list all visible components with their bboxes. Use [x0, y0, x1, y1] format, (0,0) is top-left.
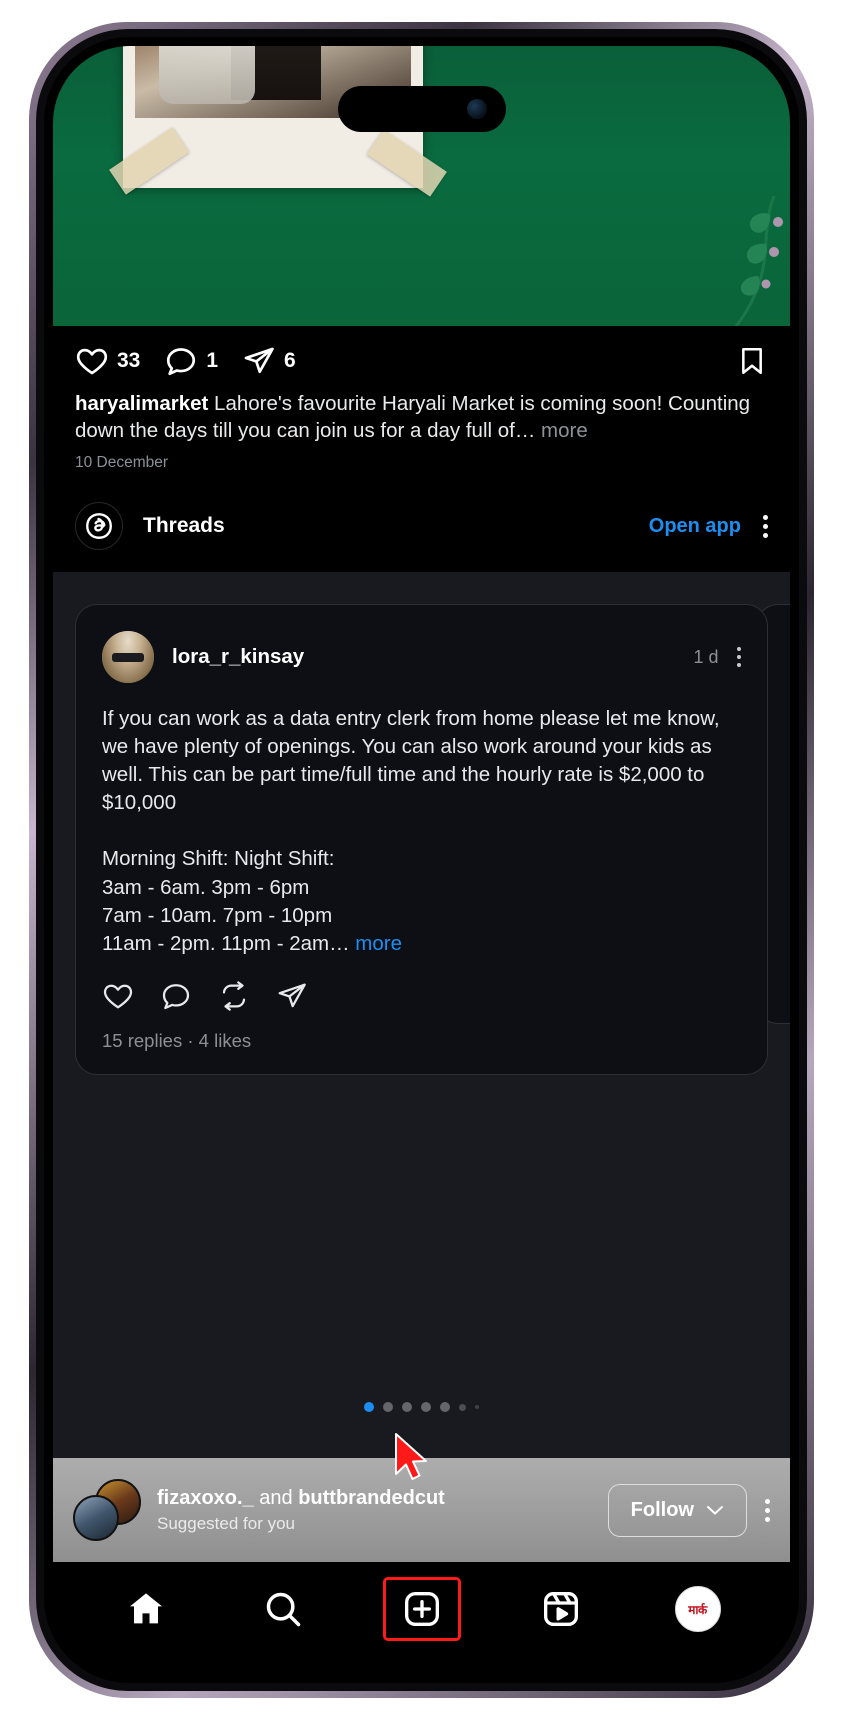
instagram-app: 33 1 6 haryalimarket Lahore's favourite … [53, 46, 790, 1674]
nav-create-button[interactable] [382, 1577, 461, 1641]
share-icon [244, 347, 274, 374]
more-options-icon[interactable] [763, 514, 768, 538]
nav-search-button[interactable] [246, 1577, 320, 1641]
thread-replies-count[interactable]: 15 replies [102, 1030, 182, 1051]
screenshot-root: 33 1 6 haryalimarket Lahore's favourite … [0, 0, 843, 1720]
heart-icon [76, 348, 108, 375]
post-action-row: 33 1 6 [53, 326, 790, 384]
avatar[interactable] [73, 1495, 119, 1541]
nav-home-button[interactable] [109, 1577, 183, 1641]
nav-reels-button[interactable] [524, 1577, 598, 1641]
comment-icon[interactable] [160, 980, 192, 1012]
suggested-names: fizaxoxo._ and buttbrandedcut [157, 1487, 445, 1510]
search-icon [266, 1592, 300, 1627]
nav-profile-button[interactable]: मार्क [661, 1577, 735, 1641]
threads-logo-icon [75, 502, 123, 551]
carousel-dot-2[interactable] [383, 1402, 393, 1412]
container-shape [159, 46, 255, 104]
mouse-cursor [395, 1433, 427, 1480]
share-action[interactable]: 6 [242, 344, 296, 378]
suggested-subtitle: Suggested for you [157, 1513, 295, 1533]
threads-promo-bar: Threads Open app [53, 472, 790, 572]
caption-more-link[interactable]: more [535, 419, 588, 442]
front-camera-icon [466, 99, 487, 119]
thread-card-header: lora_r_kinsay 1 d [102, 631, 741, 684]
thread-action-row [102, 980, 741, 1012]
share-icon[interactable] [276, 980, 308, 1012]
bottom-navigation-bar: मार्क [53, 1562, 790, 1674]
repost-icon[interactable] [218, 980, 250, 1012]
thread-more-link[interactable]: more [350, 932, 402, 955]
bookmark-icon[interactable] [736, 344, 768, 378]
open-app-link[interactable]: Open app [649, 515, 741, 538]
like-count: 33 [117, 349, 141, 372]
threads-app-name: Threads [143, 514, 225, 538]
post-caption: haryalimarket Lahore's favourite Haryali… [53, 384, 790, 444]
like-action[interactable]: 33 [75, 344, 140, 378]
comment-action[interactable]: 1 [164, 344, 218, 378]
carousel-dots [53, 1402, 790, 1412]
thread-body-content: If you can work as a data entry clerk fr… [102, 707, 720, 955]
thread-more-options-icon[interactable] [736, 646, 741, 668]
reels-icon [543, 1591, 578, 1626]
carousel-dot-1[interactable] [364, 1402, 374, 1412]
post-date: 10 December [75, 454, 169, 472]
chevron-down-icon [707, 1506, 723, 1515]
thread-likes-count[interactable]: 4 likes [199, 1030, 251, 1051]
post-media[interactable] [53, 46, 790, 326]
comment-count: 1 [206, 349, 219, 372]
meta-separator: · [187, 1029, 194, 1051]
threads-carousel[interactable]: lora_r_kinsay 1 d If you can work as a d… [53, 572, 790, 1458]
thread-username[interactable]: lora_r_kinsay [172, 645, 304, 669]
follow-button[interactable]: Follow [607, 1483, 747, 1537]
thread-body-text: If you can work as a data entry clerk fr… [102, 705, 741, 958]
dynamic-island [337, 86, 506, 132]
vine-decoration [734, 196, 783, 326]
avatar[interactable] [102, 631, 154, 684]
carousel-dot-4[interactable] [421, 1402, 431, 1412]
carousel-dot-3[interactable] [402, 1402, 412, 1412]
suggested-text: fizaxoxo._ and buttbrandedcut Suggested … [157, 1487, 445, 1534]
carousel-dot-7[interactable] [475, 1405, 479, 1409]
caption-username[interactable]: haryalimarket [75, 392, 208, 415]
suggested-name-second[interactable]: buttbrandedcut [298, 1487, 445, 1509]
plus-square-icon [404, 1591, 439, 1626]
follow-label: Follow [630, 1498, 694, 1521]
phone-screen: 33 1 6 haryalimarket Lahore's favourite … [53, 46, 790, 1674]
thread-meta: 15 replies · 4 likes [102, 1030, 741, 1052]
suggested-more-options-icon[interactable] [765, 1498, 770, 1522]
comment-icon [167, 348, 196, 376]
suggested-join-word: and [253, 1486, 299, 1509]
share-count: 6 [284, 349, 296, 372]
thread-post-card[interactable]: lora_r_kinsay 1 d If you can work as a d… [75, 604, 768, 1075]
carousel-dot-6[interactable] [459, 1403, 466, 1411]
heart-icon[interactable] [102, 980, 134, 1012]
suggested-name-first[interactable]: fizaxoxo._ [157, 1487, 254, 1509]
profile-avatar-icon: मार्क [674, 1586, 721, 1632]
home-icon [129, 1593, 162, 1624]
thread-timestamp: 1 d [693, 646, 719, 667]
carousel-dot-5[interactable] [440, 1402, 450, 1412]
suggested-avatars [73, 1479, 147, 1541]
profile-initials: मार्क [688, 1602, 707, 1617]
